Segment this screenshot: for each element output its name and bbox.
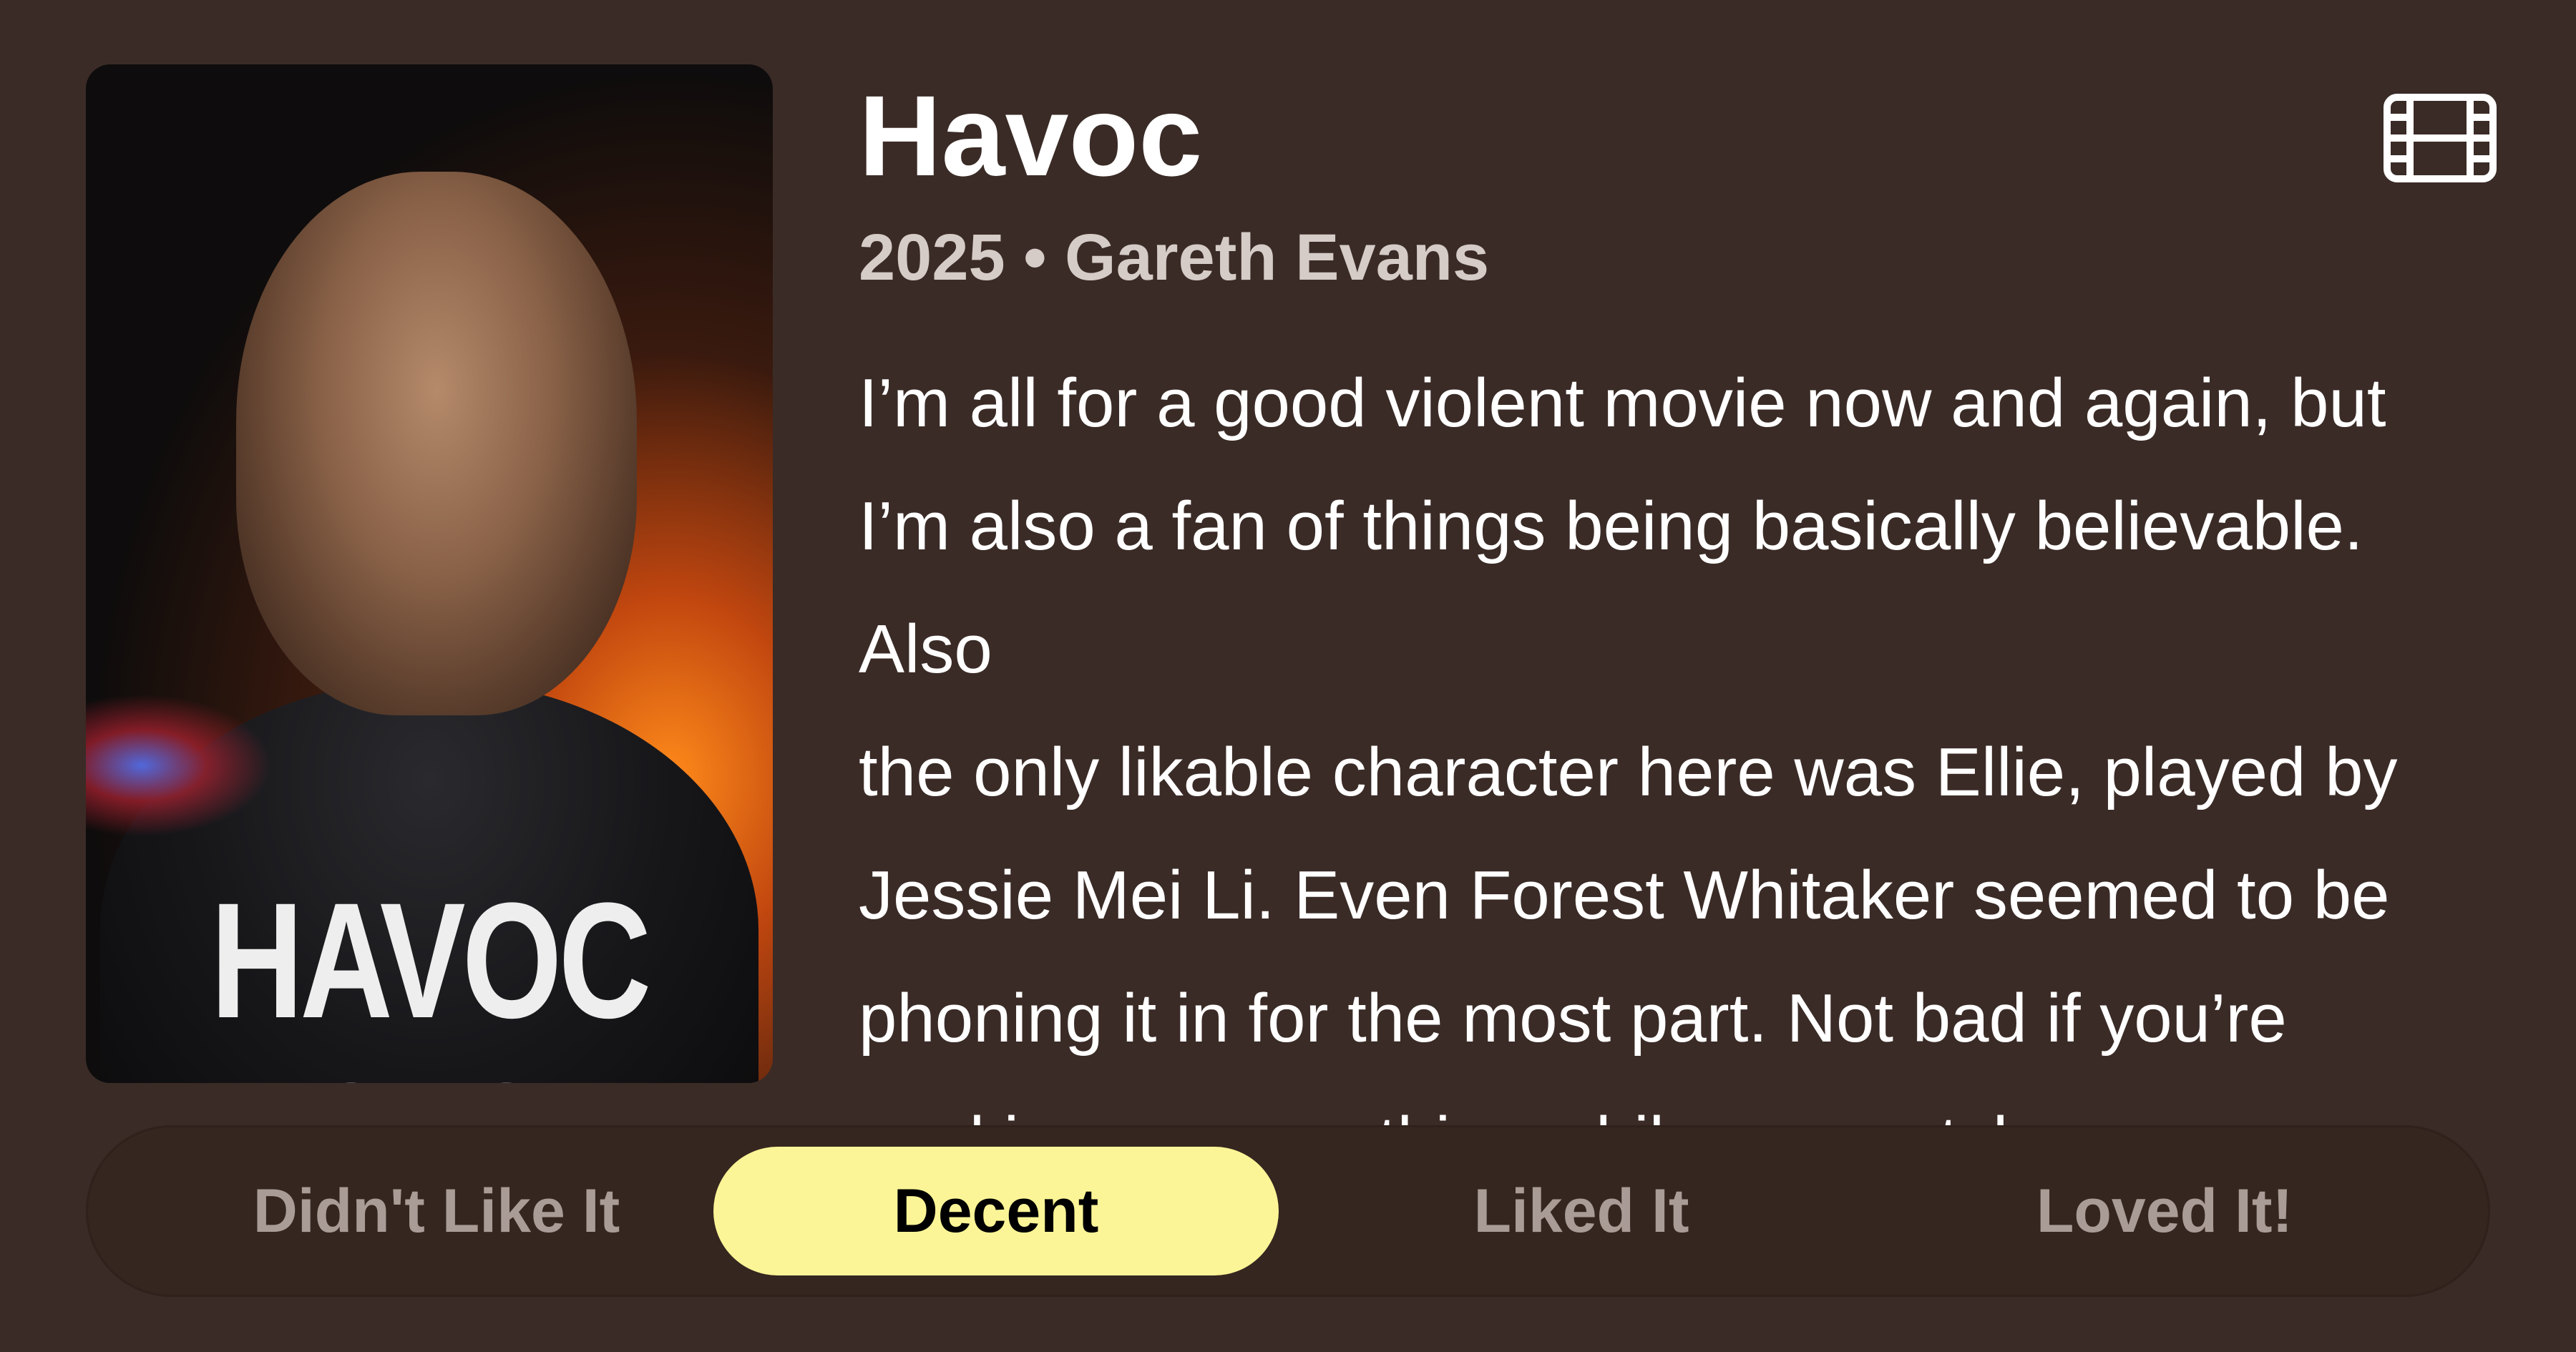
rating-option-loved-it[interactable]: Loved It! [1882,1147,2447,1275]
poster-figure-head [236,172,637,715]
review-line: I’m all for a good violent movie now and… [859,365,2386,441]
poster-title-text: HAVOC [210,868,651,1052]
movie-year: 2025 [859,221,1005,294]
film-icon [2384,94,2497,182]
rating-selector: Didn't Like It Decent Liked It Loved It! [86,1125,2490,1297]
review-line: phoning it in for the most part. Not bad… [859,980,2287,1057]
rating-option-decent[interactable]: Decent [713,1147,1279,1275]
movie-director: Gareth Evans [1065,221,1490,294]
movie-poster[interactable]: HAVOC POLICE [86,64,773,1083]
review-line: I’m also a fan of things being basically… [859,488,2363,687]
review-line: the only likable character here was Elli… [859,734,2398,810]
meta-separator: • [1023,221,1047,294]
rating-option-didnt-like-it[interactable]: Didn't Like It [154,1147,719,1275]
movie-title: Havoc [859,72,1203,200]
review-line: Jessie Mei Li. Even Forest Whitaker seem… [859,857,2390,934]
review-text: I’m all for a good violent movie now and… [859,342,2504,1203]
poster-sub-text: POLICE [155,1059,704,1083]
movie-meta: 2025 • Gareth Evans [859,218,1489,297]
poster-police-lights [86,694,272,837]
rating-option-liked-it[interactable]: Liked It [1299,1147,1864,1275]
